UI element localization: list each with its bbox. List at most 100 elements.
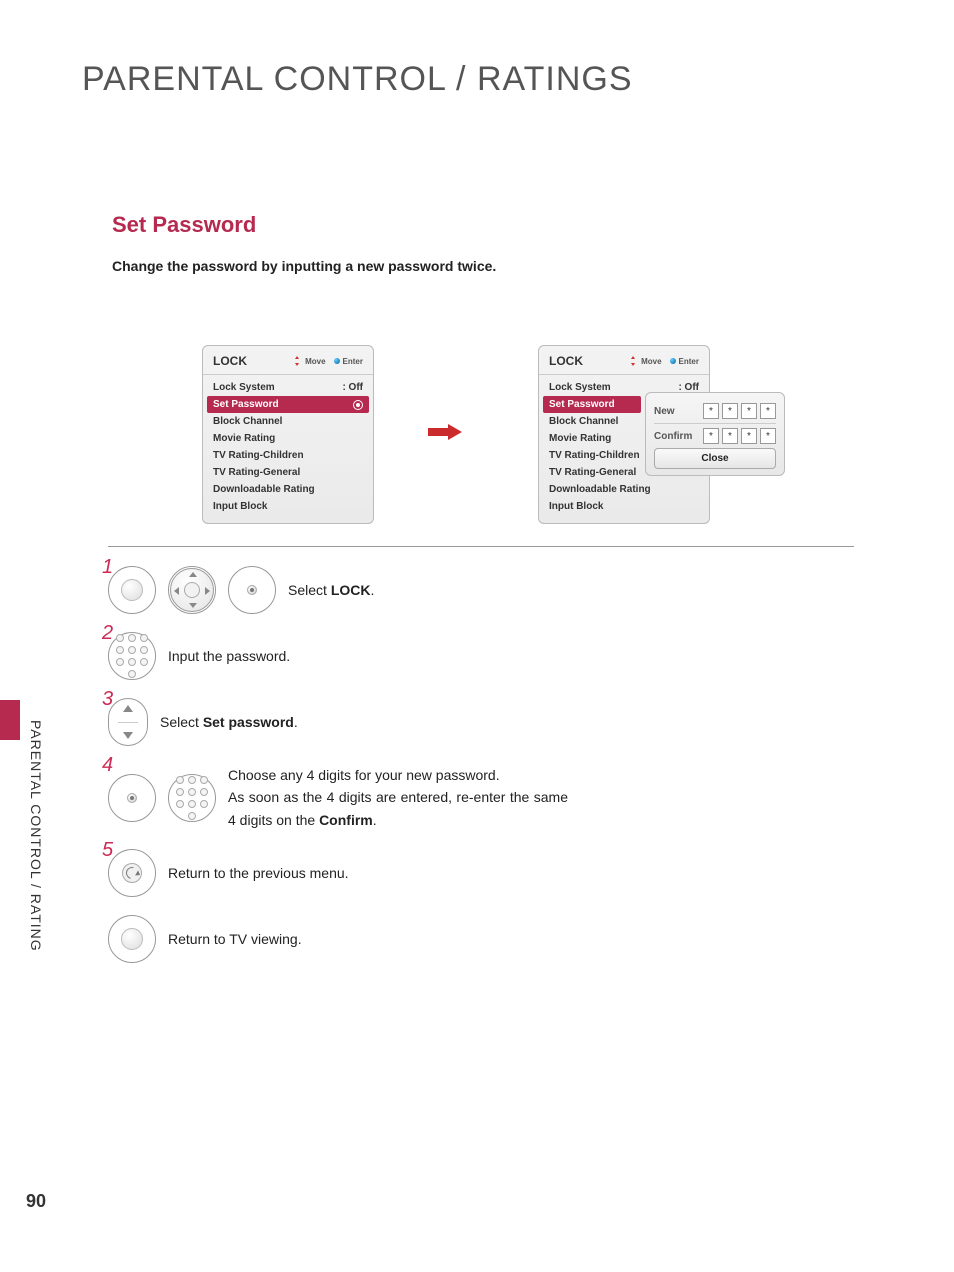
menu-item-label: Downloadable Rating [213, 484, 315, 495]
step-text: Return to TV viewing. [168, 928, 302, 950]
menu-header: LOCK Move Enter [203, 346, 373, 375]
password-digit[interactable]: * [760, 403, 776, 419]
menu-item-label: TV Rating-General [213, 467, 300, 478]
menu-item-label: Block Channel [549, 416, 618, 427]
remote-number-pad [168, 774, 216, 822]
password-digit[interactable]: * [760, 428, 776, 444]
menu-item-downloadable-rating[interactable]: Downloadable Rating [539, 481, 709, 498]
text: Select [160, 714, 203, 730]
menu-item-movie-rating[interactable]: Movie Rating [203, 430, 373, 447]
menu-item-set-password[interactable]: Set Password [543, 396, 641, 413]
text-bold: LOCK [331, 582, 371, 598]
password-digit[interactable]: * [703, 403, 719, 419]
return-icon [122, 863, 142, 883]
menu-item-label: TV Rating-General [549, 467, 636, 478]
menu-item-label: Movie Rating [213, 433, 275, 444]
menu-item-label: Input Block [213, 501, 267, 512]
section-title: Set Password [112, 212, 256, 238]
text: . [370, 582, 374, 598]
step-2: 2 Input the password. [108, 632, 748, 680]
button-icon [121, 928, 143, 950]
page-title: PARENTAL CONTROL / RATINGS [82, 60, 633, 99]
lock-menu-initial: LOCK Move Enter Lock System : Off Set Pa… [202, 345, 374, 524]
button-icon [121, 579, 143, 601]
section-description: Change the password by inputting a new p… [112, 258, 496, 274]
step-number: 1 [102, 556, 113, 579]
step-number: 4 [102, 754, 113, 777]
menu-item-label: Movie Rating [549, 433, 611, 444]
password-digit[interactable]: * [741, 403, 757, 419]
step-number: 5 [102, 839, 113, 862]
password-digit[interactable]: * [722, 428, 738, 444]
menu-item-label: Input Block [549, 501, 603, 512]
side-section-label: PARENTAL CONTROL / RATING [28, 720, 44, 952]
page-number: 90 [26, 1191, 46, 1212]
step-text: Select LOCK. [288, 579, 374, 601]
text: . [373, 812, 377, 828]
remote-dpad-button [168, 566, 216, 614]
menu-item-downloadable-rating[interactable]: Downloadable Rating [203, 481, 373, 498]
confirm-label: Confirm [654, 431, 692, 442]
menu-item-value: : Off [342, 382, 363, 393]
instruction-steps: 1 Select LOCK. 2 Input the password. 3 [108, 566, 748, 981]
menu-hints: Move Enter [628, 356, 699, 366]
step-4: 4 Choose any 4 digits for your new passw… [108, 764, 748, 831]
confirm-password-fields[interactable]: * * * * [703, 428, 776, 444]
divider [654, 423, 776, 424]
new-password-fields[interactable]: * * * * [703, 403, 776, 419]
divider-line [108, 546, 854, 547]
step-text: Return to the previous menu. [168, 862, 349, 884]
step-text: Select Set password. [160, 711, 298, 733]
password-digit[interactable]: * [722, 403, 738, 419]
text: Choose any 4 digits for your new passwor… [228, 764, 568, 786]
step-text: Input the password. [168, 645, 290, 667]
text: As soon as the 4 digits are entered, re-… [228, 789, 568, 827]
enter-dot-icon [127, 793, 137, 803]
remote-enter-button [228, 566, 276, 614]
side-tab-marker [0, 700, 20, 740]
remote-menu-button [108, 566, 156, 614]
text: . [294, 714, 298, 730]
move-icon [628, 356, 638, 366]
remote-updown-button [108, 698, 148, 746]
menu-item-tv-rating-children[interactable]: TV Rating-Children [203, 447, 373, 464]
menu-item-label: Set Password [549, 399, 615, 410]
menu-item-label: Downloadable Rating [549, 484, 651, 495]
menu-item-label: TV Rating-Children [549, 450, 640, 461]
step-6: Return to TV viewing. [108, 915, 748, 963]
close-button[interactable]: Close [654, 448, 776, 469]
menu-item-block-channel[interactable]: Block Channel [203, 413, 373, 430]
password-digit[interactable]: * [703, 428, 719, 444]
popup-row-new: New * * * * [654, 403, 776, 419]
hint-move-label: Move [305, 357, 325, 366]
password-digit[interactable]: * [741, 428, 757, 444]
popup-row-confirm: Confirm * * * * [654, 428, 776, 444]
remote-number-pad [108, 632, 156, 680]
new-label: New [654, 406, 675, 417]
text: Select [288, 582, 331, 598]
remote-enter-button [108, 774, 156, 822]
menu-item-set-password[interactable]: Set Password [207, 396, 369, 413]
menu-item-input-block[interactable]: Input Block [203, 498, 373, 515]
hint-enter-label: Enter [343, 357, 363, 366]
step-3: 3 Select Set password. [108, 698, 748, 746]
dpad-icon [170, 568, 214, 612]
menu-item-lock-system[interactable]: Lock System : Off [203, 379, 373, 396]
text-bold: Confirm [319, 812, 373, 828]
menu-header: LOCK Move Enter [539, 346, 709, 375]
step-5: 5 Return to the previous menu. [108, 849, 748, 897]
chevron-down-icon [123, 732, 133, 739]
menu-hints: Move Enter [292, 356, 363, 366]
chevron-up-icon [123, 705, 133, 712]
menu-item-tv-rating-general[interactable]: TV Rating-General [203, 464, 373, 481]
selection-indicator-icon [353, 400, 363, 410]
step-number: 2 [102, 622, 113, 645]
menu-item-input-block[interactable]: Input Block [539, 498, 709, 515]
menu-item-label: Lock System [213, 382, 275, 393]
menu-item-label: TV Rating-Children [213, 450, 304, 461]
step-1: 1 Select LOCK. [108, 566, 748, 614]
menu-item-label: Block Channel [213, 416, 282, 427]
remote-return-button [108, 849, 156, 897]
hint-move-label: Move [641, 357, 661, 366]
enter-icon [670, 358, 676, 364]
